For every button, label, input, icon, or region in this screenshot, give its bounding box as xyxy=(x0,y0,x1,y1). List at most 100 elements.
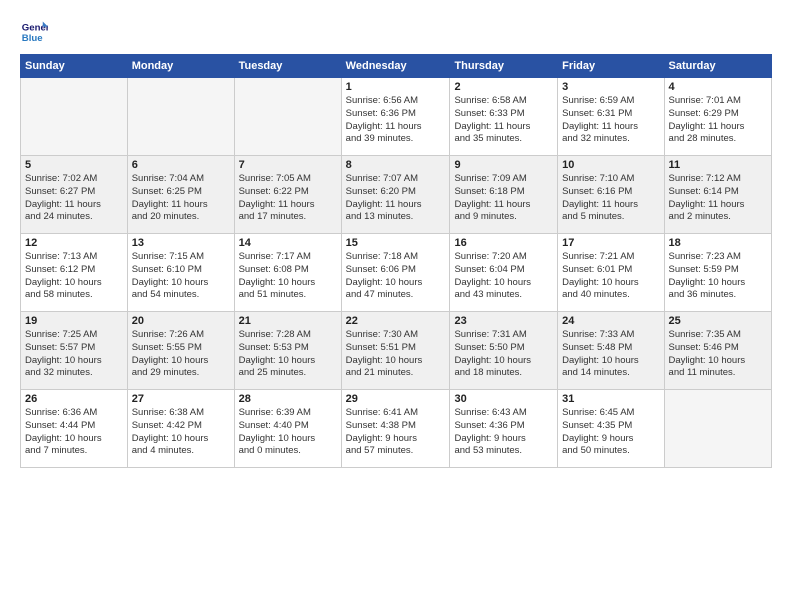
calendar-cell xyxy=(234,78,341,156)
day-number: 14 xyxy=(239,237,337,249)
calendar-cell xyxy=(127,78,234,156)
calendar-header-monday: Monday xyxy=(127,55,234,78)
calendar-cell: 24 Sunrise: 7:33 AM Sunset: 5:48 PM Dayli… xyxy=(558,312,664,390)
day-info: Sunrise: 7:25 AM Sunset: 5:57 PM Dayligh… xyxy=(25,329,123,380)
calendar-cell: 21 Sunrise: 7:28 AM Sunset: 5:53 PM Dayli… xyxy=(234,312,341,390)
day-info: Sunrise: 6:43 AM Sunset: 4:36 PM Dayligh… xyxy=(454,407,553,458)
day-number: 31 xyxy=(562,393,659,405)
day-number: 21 xyxy=(239,315,337,327)
day-number: 29 xyxy=(346,393,446,405)
calendar-cell: 17 Sunrise: 7:21 AM Sunset: 6:01 PM Dayli… xyxy=(558,234,664,312)
day-number: 4 xyxy=(669,81,767,93)
calendar-cell: 11 Sunrise: 7:12 AM Sunset: 6:14 PM Dayli… xyxy=(664,156,771,234)
day-info: Sunrise: 6:59 AM Sunset: 6:31 PM Dayligh… xyxy=(562,95,659,146)
day-info: Sunrise: 6:41 AM Sunset: 4:38 PM Dayligh… xyxy=(346,407,446,458)
day-info: Sunrise: 6:45 AM Sunset: 4:35 PM Dayligh… xyxy=(562,407,659,458)
svg-text:Blue: Blue xyxy=(22,33,43,44)
calendar-cell xyxy=(664,390,771,468)
day-info: Sunrise: 7:26 AM Sunset: 5:55 PM Dayligh… xyxy=(132,329,230,380)
day-number: 18 xyxy=(669,237,767,249)
day-number: 26 xyxy=(25,393,123,405)
calendar-cell: 7 Sunrise: 7:05 AM Sunset: 6:22 PM Daylig… xyxy=(234,156,341,234)
calendar-cell: 26Sunrise: 6:36 AM Sunset: 4:44 PM Dayli… xyxy=(21,390,128,468)
calendar-week-row: 5 Sunrise: 7:02 AM Sunset: 6:27 PM Daylig… xyxy=(21,156,772,234)
calendar-cell: 5 Sunrise: 7:02 AM Sunset: 6:27 PM Daylig… xyxy=(21,156,128,234)
day-info: Sunrise: 7:10 AM Sunset: 6:16 PM Dayligh… xyxy=(562,173,659,224)
day-info: Sunrise: 6:56 AM Sunset: 6:36 PM Dayligh… xyxy=(346,95,446,146)
calendar-cell: 1 Sunrise: 6:56 AM Sunset: 6:36 PM Daylig… xyxy=(341,78,450,156)
calendar-header-wednesday: Wednesday xyxy=(341,55,450,78)
calendar-header-friday: Friday xyxy=(558,55,664,78)
day-number: 9 xyxy=(454,159,553,171)
day-number: 20 xyxy=(132,315,230,327)
day-number: 5 xyxy=(25,159,123,171)
day-number: 19 xyxy=(25,315,123,327)
calendar-cell: 12 Sunrise: 7:13 AM Sunset: 6:12 PM Dayli… xyxy=(21,234,128,312)
logo: General Blue xyxy=(20,18,52,46)
day-number: 25 xyxy=(669,315,767,327)
day-info: Sunrise: 7:33 AM Sunset: 5:48 PM Dayligh… xyxy=(562,329,659,380)
day-info: Sunrise: 7:28 AM Sunset: 5:53 PM Dayligh… xyxy=(239,329,337,380)
day-info: Sunrise: 7:21 AM Sunset: 6:01 PM Dayligh… xyxy=(562,251,659,302)
day-info: Sunrise: 7:15 AM Sunset: 6:10 PM Dayligh… xyxy=(132,251,230,302)
logo-icon: General Blue xyxy=(20,18,48,46)
calendar-cell: 4 Sunrise: 7:01 AM Sunset: 6:29 PM Daylig… xyxy=(664,78,771,156)
day-number: 12 xyxy=(25,237,123,249)
day-number: 22 xyxy=(346,315,446,327)
day-number: 23 xyxy=(454,315,553,327)
day-info: Sunrise: 7:30 AM Sunset: 5:51 PM Dayligh… xyxy=(346,329,446,380)
calendar-cell: 10Sunrise: 7:10 AM Sunset: 6:16 PM Dayli… xyxy=(558,156,664,234)
day-number: 1 xyxy=(346,81,446,93)
calendar-header-sunday: Sunday xyxy=(21,55,128,78)
calendar: SundayMondayTuesdayWednesdayThursdayFrid… xyxy=(20,54,772,468)
day-number: 17 xyxy=(562,237,659,249)
day-info: Sunrise: 6:58 AM Sunset: 6:33 PM Dayligh… xyxy=(454,95,553,146)
calendar-week-row: 12 Sunrise: 7:13 AM Sunset: 6:12 PM Dayli… xyxy=(21,234,772,312)
day-info: Sunrise: 7:12 AM Sunset: 6:14 PM Dayligh… xyxy=(669,173,767,224)
calendar-cell: 29 Sunrise: 6:41 AM Sunset: 4:38 PM Dayli… xyxy=(341,390,450,468)
day-info: Sunrise: 7:13 AM Sunset: 6:12 PM Dayligh… xyxy=(25,251,123,302)
calendar-cell: 6 Sunrise: 7:04 AM Sunset: 6:25 PM Daylig… xyxy=(127,156,234,234)
day-info: Sunrise: 7:18 AM Sunset: 6:06 PM Dayligh… xyxy=(346,251,446,302)
day-info: Sunrise: 7:17 AM Sunset: 6:08 PM Dayligh… xyxy=(239,251,337,302)
calendar-header-tuesday: Tuesday xyxy=(234,55,341,78)
day-number: 13 xyxy=(132,237,230,249)
day-number: 7 xyxy=(239,159,337,171)
day-info: Sunrise: 6:39 AM Sunset: 4:40 PM Dayligh… xyxy=(239,407,337,458)
calendar-cell: 31 Sunrise: 6:45 AM Sunset: 4:35 PM Dayli… xyxy=(558,390,664,468)
day-info: Sunrise: 7:35 AM Sunset: 5:46 PM Dayligh… xyxy=(669,329,767,380)
page: General Blue SundayMondayTuesdayWednesda… xyxy=(0,0,792,612)
calendar-cell: 14 Sunrise: 7:17 AM Sunset: 6:08 PM Dayli… xyxy=(234,234,341,312)
day-number: 16 xyxy=(454,237,553,249)
calendar-cell: 28 Sunrise: 6:39 AM Sunset: 4:40 PM Dayli… xyxy=(234,390,341,468)
day-number: 28 xyxy=(239,393,337,405)
calendar-cell: 8 Sunrise: 7:07 AM Sunset: 6:20 PM Daylig… xyxy=(341,156,450,234)
calendar-week-row: 26Sunrise: 6:36 AM Sunset: 4:44 PM Dayli… xyxy=(21,390,772,468)
day-number: 30 xyxy=(454,393,553,405)
calendar-header-saturday: Saturday xyxy=(664,55,771,78)
calendar-cell: 27Sunrise: 6:38 AM Sunset: 4:42 PM Dayli… xyxy=(127,390,234,468)
calendar-cell: 15Sunrise: 7:18 AM Sunset: 6:06 PM Dayli… xyxy=(341,234,450,312)
day-number: 6 xyxy=(132,159,230,171)
day-info: Sunrise: 7:31 AM Sunset: 5:50 PM Dayligh… xyxy=(454,329,553,380)
calendar-header-thursday: Thursday xyxy=(450,55,558,78)
calendar-cell: 18 Sunrise: 7:23 AM Sunset: 5:59 PM Dayli… xyxy=(664,234,771,312)
day-number: 8 xyxy=(346,159,446,171)
day-info: Sunrise: 7:02 AM Sunset: 6:27 PM Dayligh… xyxy=(25,173,123,224)
day-info: Sunrise: 7:04 AM Sunset: 6:25 PM Dayligh… xyxy=(132,173,230,224)
day-info: Sunrise: 7:09 AM Sunset: 6:18 PM Dayligh… xyxy=(454,173,553,224)
day-info: Sunrise: 7:07 AM Sunset: 6:20 PM Dayligh… xyxy=(346,173,446,224)
day-info: Sunrise: 7:23 AM Sunset: 5:59 PM Dayligh… xyxy=(669,251,767,302)
day-info: Sunrise: 7:01 AM Sunset: 6:29 PM Dayligh… xyxy=(669,95,767,146)
calendar-cell: 13 Sunrise: 7:15 AM Sunset: 6:10 PM Dayli… xyxy=(127,234,234,312)
calendar-cell: 19 Sunrise: 7:25 AM Sunset: 5:57 PM Dayli… xyxy=(21,312,128,390)
day-number: 3 xyxy=(562,81,659,93)
day-number: 2 xyxy=(454,81,553,93)
day-number: 11 xyxy=(669,159,767,171)
calendar-cell: 20 Sunrise: 7:26 AM Sunset: 5:55 PM Dayli… xyxy=(127,312,234,390)
calendar-header-row: SundayMondayTuesdayWednesdayThursdayFrid… xyxy=(21,55,772,78)
calendar-cell: 3 Sunrise: 6:59 AM Sunset: 6:31 PM Daylig… xyxy=(558,78,664,156)
calendar-week-row: 1 Sunrise: 6:56 AM Sunset: 6:36 PM Daylig… xyxy=(21,78,772,156)
day-info: Sunrise: 7:05 AM Sunset: 6:22 PM Dayligh… xyxy=(239,173,337,224)
day-number: 24 xyxy=(562,315,659,327)
